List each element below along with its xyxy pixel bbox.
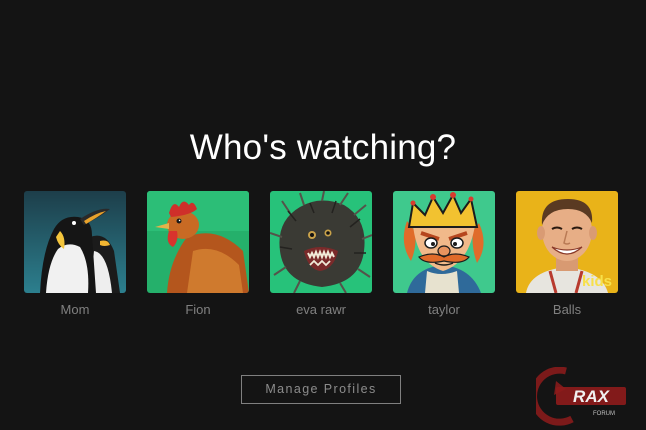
profile-name: Fion	[185, 302, 211, 317]
kids-badge: kids	[582, 273, 612, 290]
kids-man-icon[interactable]: kids	[516, 191, 618, 293]
cartoon-king-icon[interactable]	[393, 191, 495, 293]
profile-name: Balls	[552, 302, 582, 317]
profile-balls[interactable]: kids Balls	[516, 191, 618, 318]
penguin-icon[interactable]	[24, 191, 126, 293]
profile-gate-page: Who's watching? Mom Fion eva rawr taylor…	[0, 0, 646, 430]
chicken-icon[interactable]	[147, 191, 249, 293]
svg-text:FORUM: FORUM	[593, 411, 615, 417]
svg-text:RAX: RAX	[573, 387, 611, 406]
furry-creature-icon[interactable]	[270, 191, 372, 293]
profile-mom[interactable]: Mom	[24, 191, 126, 318]
profile-name: taylor	[428, 302, 460, 317]
profile-fion[interactable]: Fion	[147, 191, 249, 318]
crax-watermark-logo: RAX FORUM	[530, 366, 636, 427]
profile-list: Mom Fion eva rawr taylor kids Balls	[24, 191, 624, 321]
profile-name: eva rawr	[296, 302, 346, 317]
profile-name: Mom	[60, 302, 90, 317]
page-title: Who's watching?	[189, 128, 457, 167]
profile-taylor[interactable]: taylor	[393, 191, 495, 318]
manage-profiles-button[interactable]: Manage Profiles	[241, 375, 401, 404]
profile-eva-rawr[interactable]: eva rawr	[270, 191, 372, 318]
